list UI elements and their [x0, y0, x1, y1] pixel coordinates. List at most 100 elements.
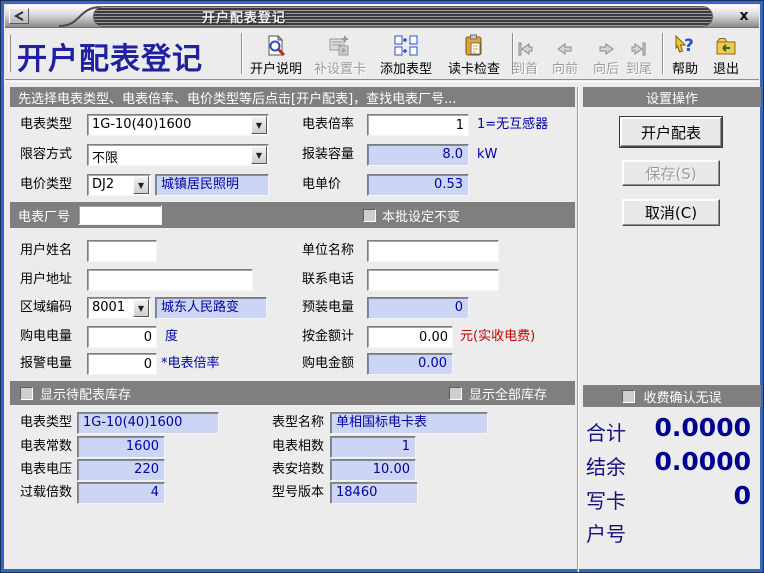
- exit-button[interactable]: 退出: [707, 31, 745, 77]
- alarm-qty-input[interactable]: [87, 353, 157, 375]
- ampere-field: 10.00: [330, 459, 416, 481]
- supplement-card-button: 补设置卡: [309, 31, 371, 77]
- account-label: 户号: [586, 518, 626, 547]
- fee-confirm-label: 收费确认无误: [643, 387, 721, 406]
- phone-label: 联系电话: [302, 269, 354, 291]
- org-name-label: 单位名称: [302, 240, 354, 262]
- toolbar-button-label: 退出: [713, 58, 739, 77]
- read-card-check-button[interactable]: 读卡检查: [441, 31, 507, 77]
- purchase-amount-label: 购电金额: [302, 353, 354, 375]
- limit-mode-label: 限容方式: [20, 144, 72, 166]
- meter-ratio-label: 电表倍率: [302, 114, 354, 136]
- help-button[interactable]: ? 帮助: [666, 31, 704, 77]
- voltage-field: 220: [77, 459, 165, 481]
- fee-confirm-bar: 收费确认无误: [583, 385, 761, 407]
- instruction-bar: 先选择电表类型、电表倍率、电价类型等后点击[开户配表]，查找电表厂号...: [10, 87, 575, 107]
- go-next-button: 向后: [587, 31, 625, 77]
- clipboard-check-icon: [462, 32, 486, 58]
- open-account-assign-button[interactable]: 开户配表: [620, 117, 722, 147]
- toolbar-button-label: 开户说明: [250, 58, 302, 77]
- write-card-value: 0: [734, 481, 751, 510]
- purchase-amount-field: 0.00: [367, 353, 453, 375]
- price-type-combo[interactable]: DJ2 ▼: [87, 174, 151, 196]
- go-first-button: 到首: [507, 31, 543, 77]
- region-desc-field: 城东人民路变: [155, 297, 267, 319]
- chevron-down-icon[interactable]: ▼: [133, 176, 149, 194]
- go-last-button: 到尾: [621, 31, 657, 77]
- voltage-label: 电表电压: [20, 459, 72, 481]
- meter-ratio-input[interactable]: [367, 114, 469, 136]
- capacity-unit: kW: [477, 144, 497, 166]
- total-label: 合计: [586, 417, 626, 446]
- first-arrow-icon: [515, 32, 535, 58]
- toolbar-separator: [241, 33, 243, 74]
- window-title: 开户配表登记: [94, 7, 286, 26]
- meter-constant-label: 电表常数: [20, 436, 72, 458]
- system-menu-icon[interactable]: [9, 8, 29, 24]
- alarm-qty-label: 报警电量: [20, 353, 72, 375]
- ampere-label: 表安培数: [272, 459, 324, 481]
- show-all-stock-checkbox[interactable]: [449, 387, 462, 400]
- amount-input[interactable]: [367, 326, 453, 348]
- app-window: 开户配表登记 x 开户配表登记 开户说明: [0, 0, 764, 573]
- title-bar: 开户配表登记 x: [5, 5, 759, 28]
- chevron-down-icon[interactable]: ▼: [133, 299, 149, 317]
- amount-unit: 元(实收电费): [460, 326, 535, 348]
- cancel-button[interactable]: 取消(C): [622, 199, 720, 226]
- org-name-input[interactable]: [367, 240, 499, 262]
- purchase-qty-input[interactable]: [87, 326, 157, 348]
- region-code-label: 区域编码: [20, 297, 72, 319]
- phases-field: 1: [330, 436, 416, 458]
- panel-separator: [577, 87, 579, 573]
- fee-confirm-checkbox[interactable]: [622, 390, 635, 403]
- overload-field: 4: [77, 482, 165, 504]
- limit-mode-combo[interactable]: 不限 ▼: [87, 144, 269, 166]
- preload-field: 0: [367, 297, 469, 319]
- show-pending-stock-checkbox[interactable]: [20, 387, 33, 400]
- balance-label: 结余: [586, 451, 626, 480]
- client-area: 先选择电表类型、电表倍率、电价类型等后点击[开户配表]，查找电表厂号... 设置…: [5, 81, 759, 568]
- phases-label: 电表相数: [272, 436, 324, 458]
- chevron-down-icon[interactable]: ▼: [251, 116, 267, 134]
- price-type-value: DJ2: [92, 177, 132, 192]
- toolbar-grip: [8, 35, 11, 72]
- meter-type-combo[interactable]: 1G-10(40)1600 ▼: [87, 114, 269, 136]
- factory-number-label: 电表厂号: [18, 206, 70, 225]
- capacity-label: 报装容量: [302, 144, 354, 166]
- prev-arrow-icon: [555, 32, 575, 58]
- address-label: 用户地址: [20, 269, 72, 291]
- toolbar-button-label: 添加表型: [380, 58, 432, 77]
- model-name-label: 表型名称: [272, 412, 324, 434]
- toolbar-button-label: 读卡检查: [448, 58, 500, 77]
- region-code-combo[interactable]: 8001 ▼: [87, 297, 151, 319]
- factory-number-input[interactable]: [78, 205, 162, 225]
- address-input[interactable]: [87, 269, 253, 291]
- close-icon[interactable]: x: [735, 7, 753, 25]
- balance-value: 0.0000: [655, 447, 751, 476]
- page-title: 开户配表登记: [17, 34, 239, 78]
- unit-price-field: 0.53: [367, 174, 469, 196]
- go-prev-button: 向前: [546, 31, 584, 77]
- unit-price-label: 电单价: [302, 174, 341, 196]
- batch-fixed-checkbox[interactable]: [363, 209, 376, 222]
- info-meter-type-label: 电表类型: [20, 412, 72, 434]
- toolbar-button-label: 补设置卡: [314, 58, 366, 77]
- customer-name-input[interactable]: [87, 240, 157, 262]
- total-value: 0.0000: [655, 413, 751, 442]
- instruction-text: 先选择电表类型、电表倍率、电价类型等后点击[开户配表]，查找电表厂号...: [18, 88, 457, 107]
- overload-label: 过载倍数: [20, 482, 72, 504]
- stock-filter-bar: 显示待配表库存 显示全部库存: [10, 381, 575, 405]
- open-account-help-button[interactable]: 开户说明: [245, 31, 307, 77]
- amount-label: 按金额计: [302, 326, 354, 348]
- chevron-down-icon[interactable]: ▼: [251, 146, 267, 164]
- show-all-stock-label: 显示全部库存: [469, 384, 547, 403]
- limit-mode-value: 不限: [92, 147, 250, 166]
- phone-input[interactable]: [367, 269, 499, 291]
- capacity-field: 8.0: [367, 144, 469, 166]
- info-meter-type-field: 1G-10(40)1600: [77, 412, 219, 434]
- purchase-qty-label: 购电电量: [20, 326, 72, 348]
- factory-number-bar: 电表厂号 本批设定不变: [10, 202, 575, 228]
- last-arrow-icon: [629, 32, 649, 58]
- add-meter-type-button[interactable]: 添加表型: [373, 31, 439, 77]
- purchase-qty-unit: 度: [165, 326, 178, 348]
